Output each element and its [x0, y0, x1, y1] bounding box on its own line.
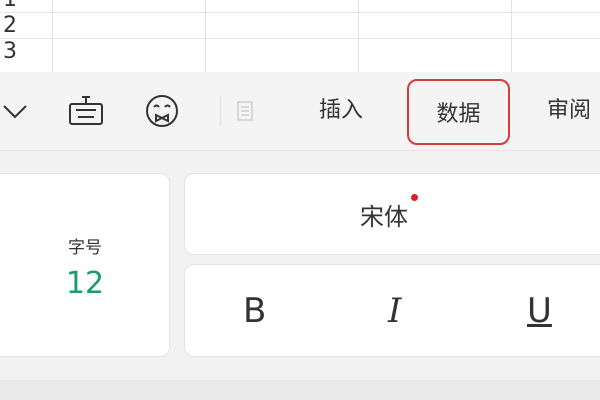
toolbar: 插入 数据 审阅 [0, 72, 600, 151]
column-divider [52, 0, 53, 72]
column-divider [358, 0, 359, 72]
format-panel: 字号 12 宋体 B I U [0, 151, 600, 381]
font-family-selector[interactable]: 宋体 [184, 173, 600, 255]
emoji-icon[interactable] [140, 72, 184, 150]
keyboard-icon[interactable] [64, 72, 108, 150]
toolbar-divider [220, 96, 221, 126]
font-size-value: 12 [65, 266, 105, 301]
row-number: 1 [0, 0, 29, 12]
document-icon[interactable] [230, 72, 260, 150]
tab-review[interactable]: 审阅 [547, 72, 591, 150]
table-row[interactable]: 1 [0, 0, 600, 13]
bold-button[interactable]: B [243, 265, 266, 358]
tab-insert[interactable]: 插入 [319, 72, 363, 150]
tab-data[interactable]: 数据 [407, 79, 510, 145]
column-divider [511, 0, 512, 72]
italic-button[interactable]: I [388, 265, 401, 358]
underline-button[interactable]: U [527, 265, 552, 358]
column-divider [205, 0, 206, 72]
row-number: 3 [3, 39, 17, 64]
row-number: 2 [3, 13, 17, 38]
new-indicator-dot [411, 193, 418, 201]
chevron-down-icon[interactable] [0, 72, 30, 150]
text-style-group: B I U [184, 264, 600, 357]
tab-data-label: 数据 [436, 102, 481, 127]
table-row[interactable]: 2 [0, 13, 600, 39]
spreadsheet-grid[interactable]: 1 2 3 [0, 0, 600, 72]
table-row[interactable]: 3 [0, 39, 600, 64]
font-family-value: 宋体 [360, 193, 418, 232]
bottom-bar [0, 380, 600, 400]
font-family-label: 宋体 [360, 202, 408, 231]
font-size-label: 字号 [68, 238, 102, 258]
font-size-selector[interactable]: 字号 12 [0, 173, 170, 357]
